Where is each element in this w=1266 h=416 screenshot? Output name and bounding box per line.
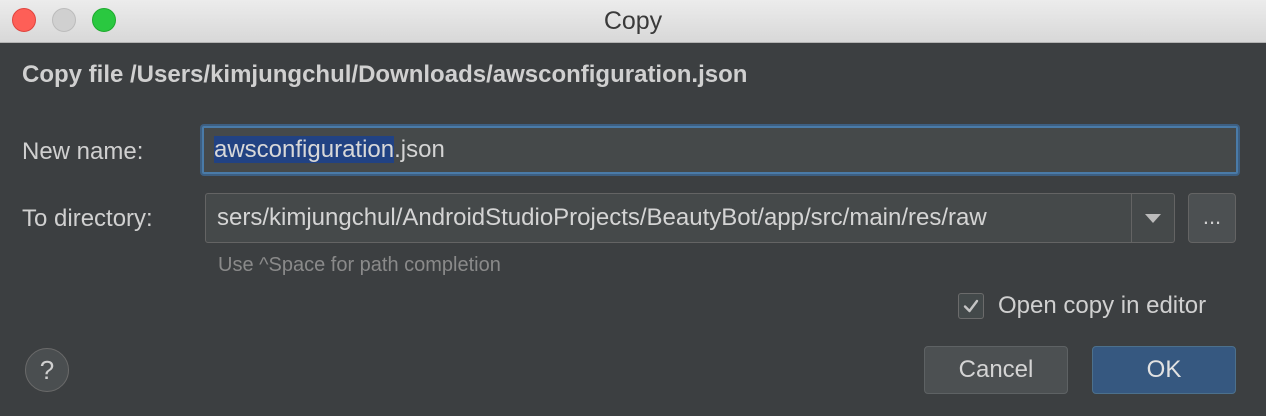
- new-name-selected-text: awsconfiguration: [214, 136, 395, 163]
- browse-directory-button[interactable]: ...: [1188, 193, 1236, 243]
- new-name-extension-text: .json: [394, 136, 445, 163]
- open-in-editor-checkbox[interactable]: [958, 293, 984, 319]
- copy-dialog-window: Copy Copy file /Users/kimjungchul/Downlo…: [0, 0, 1266, 416]
- new-name-label: New name:: [22, 138, 144, 165]
- to-directory-combobox[interactable]: sers/kimjungchul/AndroidStudioProjects/B…: [205, 193, 1175, 243]
- ok-button[interactable]: OK: [1092, 346, 1236, 394]
- to-directory-dropdown-button[interactable]: [1131, 194, 1174, 242]
- path-completion-hint: Use ^Space for path completion: [218, 254, 501, 276]
- chevron-down-icon: [1145, 214, 1161, 223]
- to-directory-label: To directory:: [22, 205, 153, 232]
- cancel-button[interactable]: Cancel: [924, 346, 1068, 394]
- new-name-input[interactable]: awsconfiguration.json: [202, 126, 1238, 174]
- window-title: Copy: [603, 7, 663, 35]
- checkmark-icon: [963, 299, 979, 313]
- help-button[interactable]: ?: [25, 348, 69, 392]
- open-in-editor-label[interactable]: Open copy in editor: [998, 292, 1206, 320]
- title-bar: Copy: [0, 0, 1266, 43]
- to-directory-input[interactable]: sers/kimjungchul/AndroidStudioProjects/B…: [217, 194, 1122, 242]
- dialog-header: Copy file /Users/kimjungchul/Downloads/a…: [22, 61, 748, 88]
